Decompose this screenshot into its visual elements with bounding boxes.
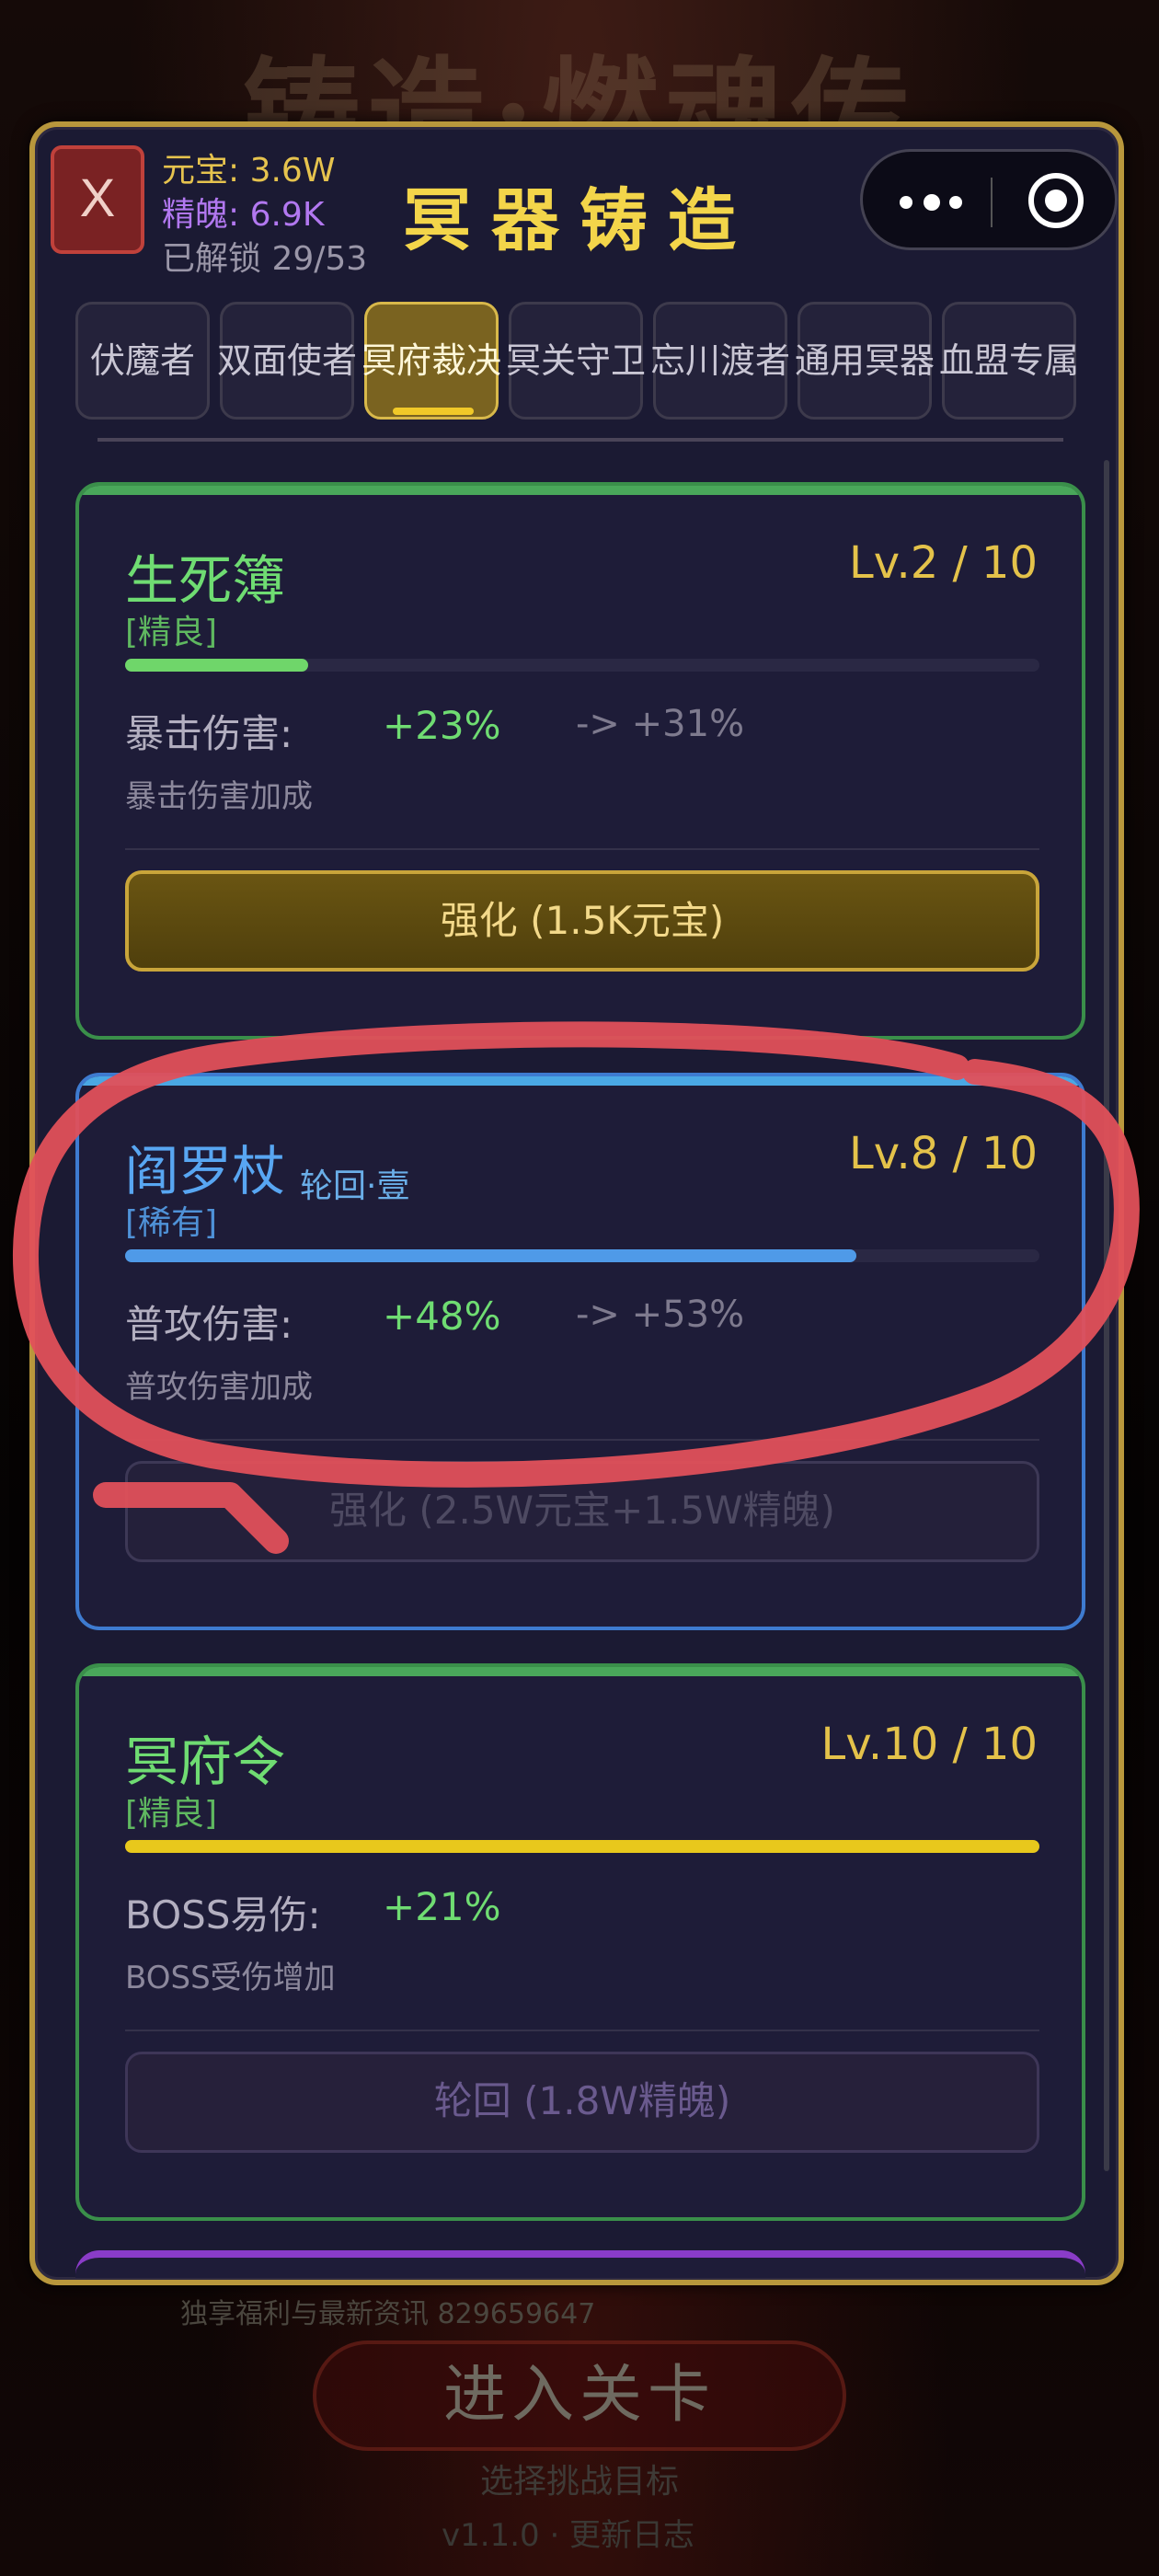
card-top-accent [79,486,1082,495]
level-progress-bar [125,1840,1039,1853]
level-progress-bar [125,659,1039,672]
reincarnate-button[interactable]: 轮回 (1.8W精魄) [125,2052,1039,2153]
stat-label: 普攻伤害: [125,1302,293,1347]
card-divider [125,1439,1039,1441]
enhance-button[interactable]: 强化 (1.5K元宝) [125,870,1039,972]
level-progress-bar [125,1249,1039,1262]
card-top-accent [79,1667,1082,1676]
stat-current-value: +23% [383,703,501,748]
stat-description: BOSS受伤增加 [125,1960,336,1996]
item-level: Lv.2 / 10 [849,537,1038,589]
item-rarity: [精良] [125,1795,218,1833]
tab-xuemengzhuanshu[interactable]: 血盟专属 [938,302,1079,420]
tab-mingfucaijue[interactable]: 冥府裁决 [361,302,501,420]
tab-fumozhe[interactable]: 伏魔者 [75,302,210,420]
item-card-yanluozhang: 阎罗杖 轮回·壹 Lv.8 / 10 [稀有] 普攻伤害: +48% -> +5… [75,1073,1085,1630]
tab-label: 伏魔者 [89,340,195,381]
stat-current-value: +48% [383,1294,501,1339]
close-button[interactable]: X [51,145,144,254]
page-title: 冥器铸造 [403,181,756,260]
item-level: Lv.8 / 10 [849,1128,1038,1179]
item-rarity: [稀有] [125,1204,218,1242]
category-tabs: 伏魔者 双面使者 冥府裁决 冥关守卫 忘川渡者 通用冥器 血盟专属 [75,302,1087,421]
item-rarity: [精良] [125,614,218,651]
stat-description: 普攻伤害加成 [125,1369,313,1406]
item-card-shengsibu: 生死簿 Lv.2 / 10 [精良] 暴击伤害: +23% -> +31% 暴击… [75,482,1085,1040]
jingpo-balance: 精魄: 6.9K [162,196,325,234]
level-progress-fill [125,1249,857,1262]
stat-next-value: -> +53% [576,1294,745,1336]
item-level: Lv.10 / 10 [820,1719,1038,1770]
tab-tongyongmingqi[interactable]: 通用冥器 [794,302,935,420]
tab-label: 冥府裁决 [361,340,501,381]
miniprogram-capsule [860,149,1118,250]
tab-label: 忘川渡者 [649,340,790,381]
enter-stage-subtitle: 选择挑战目标 [479,2463,679,2501]
tabs-divider [98,438,1063,442]
enter-stage-button[interactable]: 进入关卡 [313,2340,846,2451]
level-progress-fill [125,1840,1039,1853]
item-name: 冥府令 [125,1731,286,1793]
item-card-mingfuling: 冥府令 Lv.10 / 10 [精良] BOSS易伤: +21% BOSS受伤增… [75,1663,1085,2221]
yuanbao-balance: 元宝: 3.6W [162,152,336,190]
tab-shuangmianshizhe[interactable]: 双面使者 [216,302,357,420]
tab-mingguanshouwei[interactable]: 冥关守卫 [505,302,646,420]
item-name: 阎罗杖 [125,1140,286,1202]
scrollbar[interactable] [1104,460,1109,2171]
stat-label: BOSS易伤: [125,1892,321,1938]
enhance-button[interactable]: 强化 (2.5W元宝+1.5W精魄) [125,1461,1039,1562]
stat-current-value: +21% [383,1884,501,1929]
tab-label: 双面使者 [216,340,357,381]
community-note: 独享福利与最新资讯 829659647 [180,2298,596,2330]
capsule-divider [991,178,993,227]
card-divider [125,2030,1039,2031]
item-name: 生死簿 [125,549,286,612]
level-progress-fill [125,659,308,672]
card-top-accent [79,1076,1082,1086]
reincarnation-tag: 轮回·壹 [300,1167,410,1205]
card-divider [125,848,1039,850]
more-icon[interactable] [900,187,973,218]
tab-label: 血盟专属 [938,340,1079,381]
tab-label: 冥关守卫 [505,340,646,381]
version-changelog-link[interactable]: v1.1.0 · 更新日志 [442,2510,694,2555]
tab-label: 通用冥器 [794,340,935,381]
next-card-peek [75,2250,1085,2278]
stat-label: 暴击伤害: [125,711,293,756]
stat-next-value: -> +31% [576,703,745,745]
tab-wangchuanduzhe[interactable]: 忘川渡者 [649,302,790,420]
unlocked-count: 已解锁 29/53 [162,240,368,278]
close-miniprogram-icon[interactable] [1028,173,1084,228]
stat-description: 暴击伤害加成 [125,778,313,815]
